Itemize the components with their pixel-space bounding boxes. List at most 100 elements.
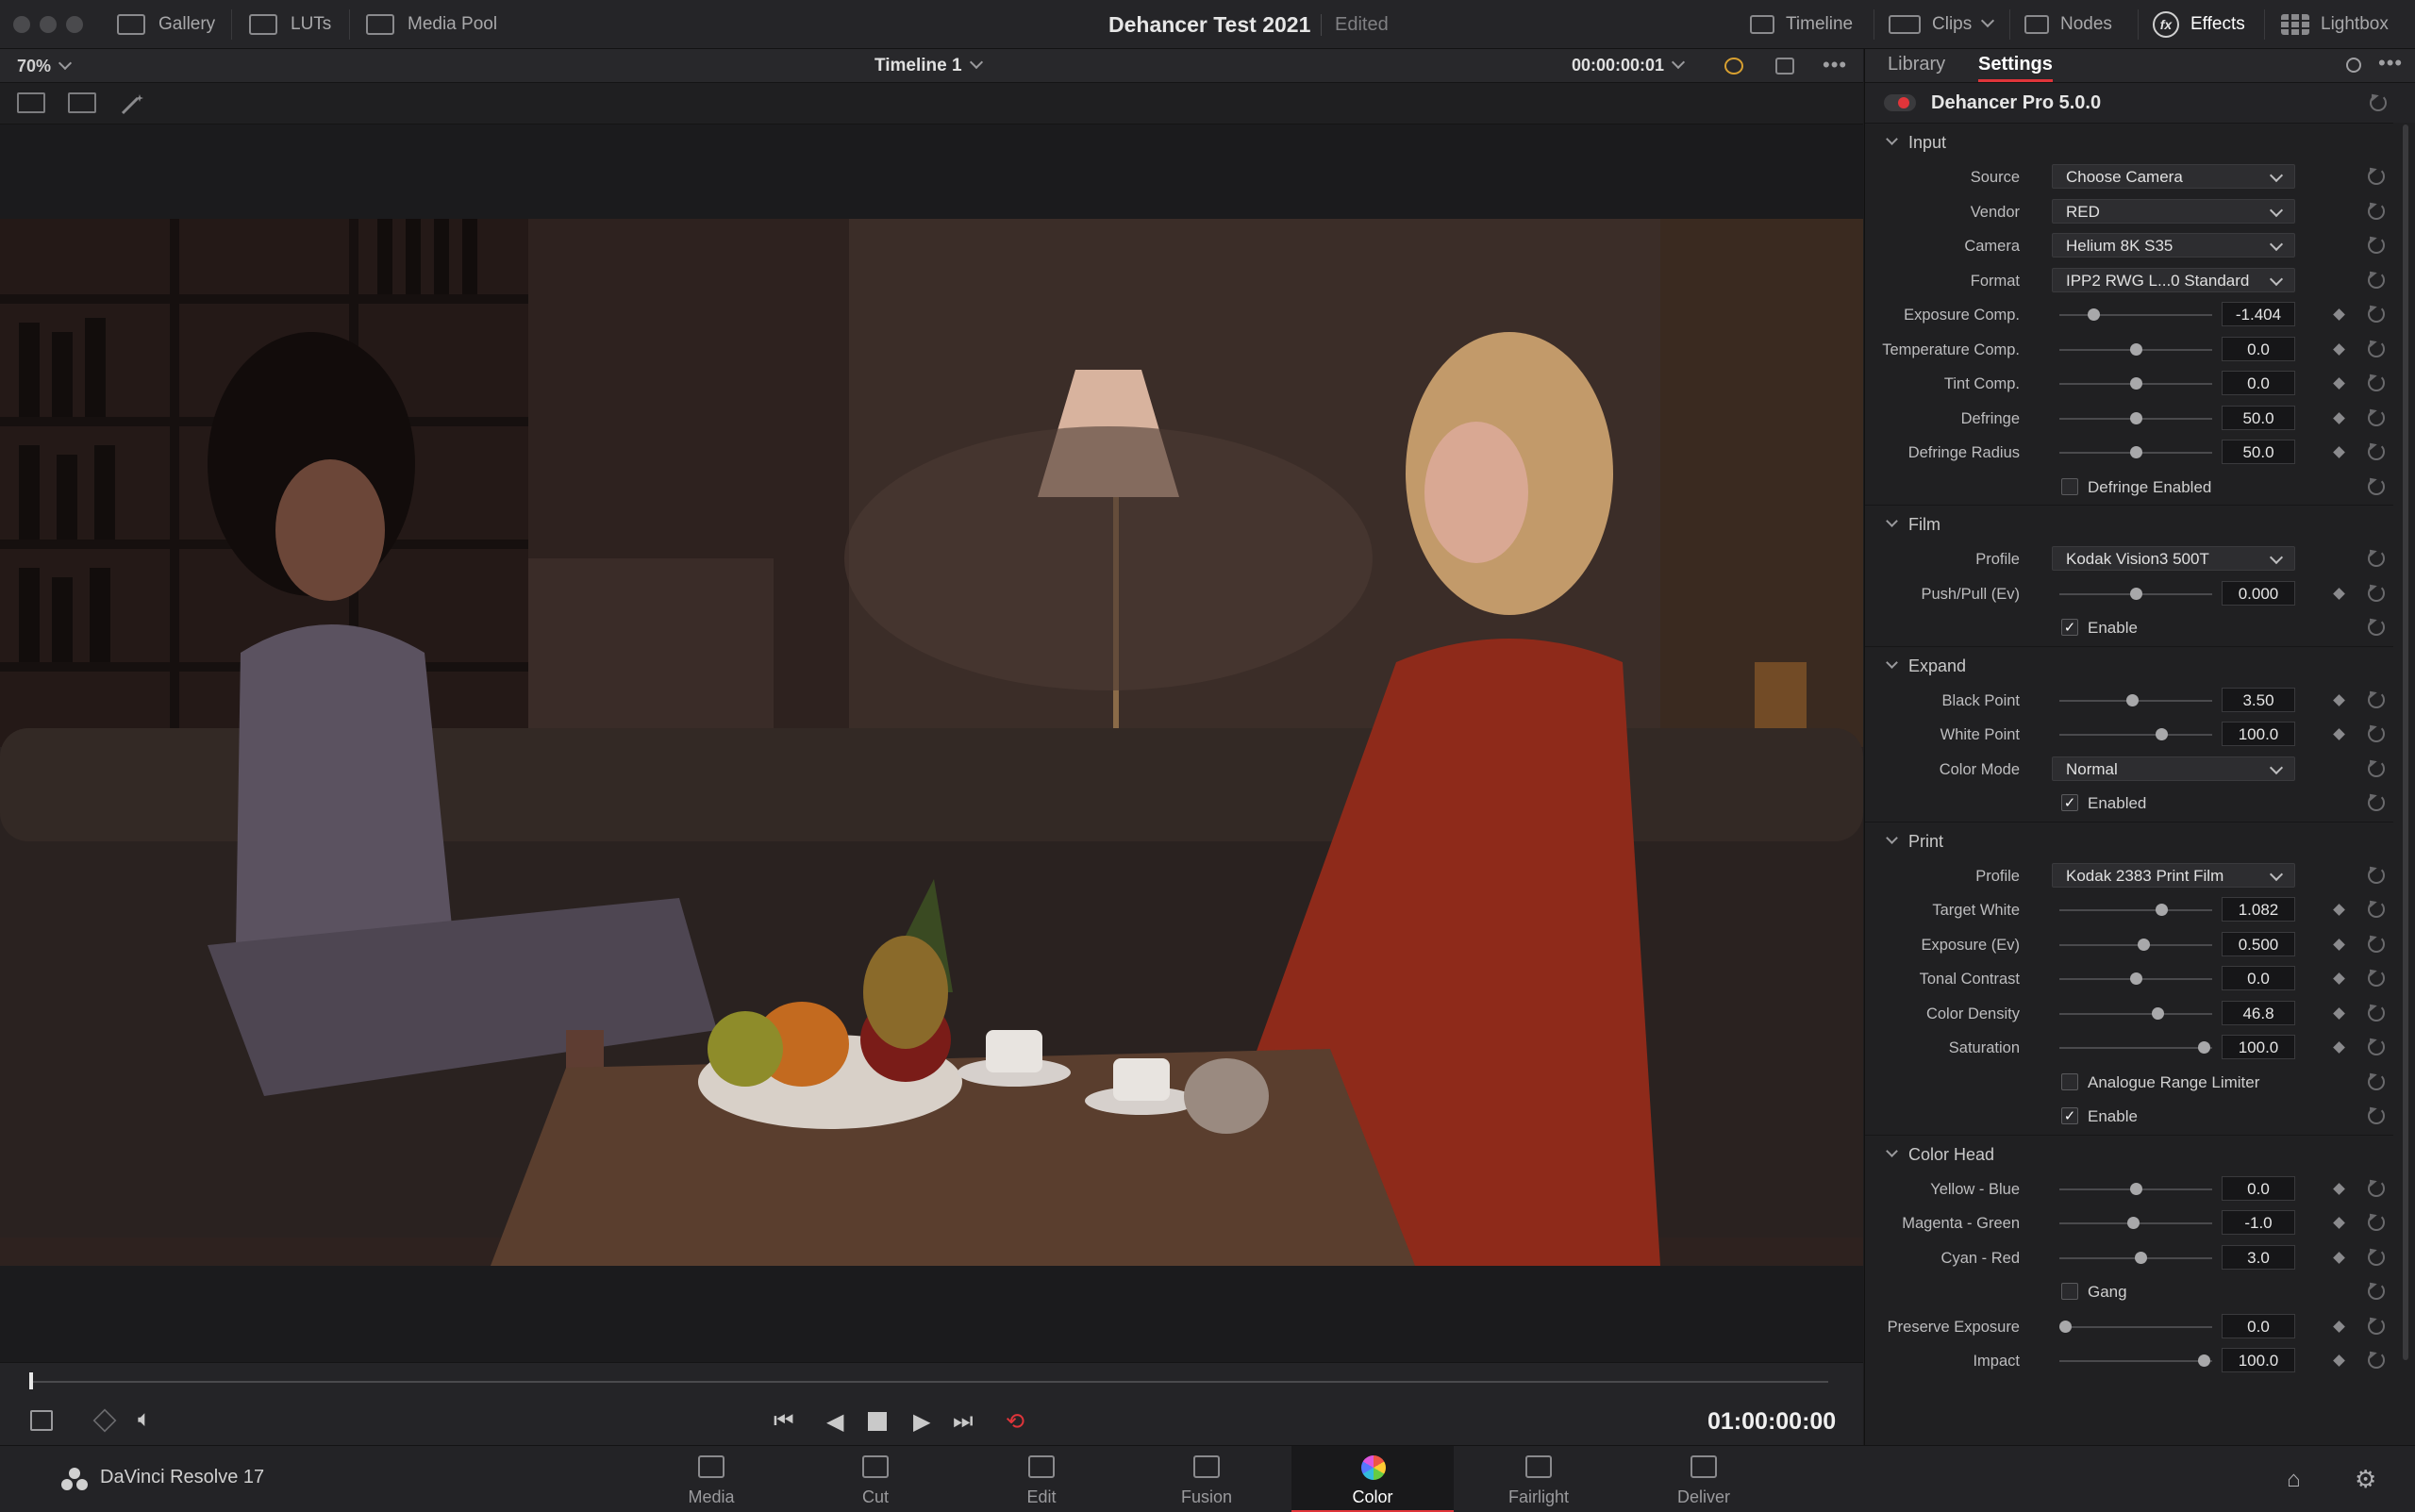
slider-handle[interactable] [2134, 1251, 2147, 1264]
keyframe-icon[interactable] [2333, 377, 2345, 390]
black-point-value-field[interactable]: 3.50 [2222, 687, 2295, 712]
profile-dropdown[interactable]: Kodak 2383 Print Film [2052, 862, 2295, 888]
slider-handle[interactable] [2130, 587, 2142, 600]
keyframe-icon[interactable] [2333, 446, 2345, 458]
page-tab-fusion[interactable]: Fusion [1125, 1446, 1288, 1512]
more-options-icon[interactable]: ••• [1823, 55, 1847, 75]
reset-icon[interactable] [2368, 1248, 2385, 1266]
reset-icon[interactable] [2368, 306, 2385, 323]
keyframe-icon[interactable] [2333, 728, 2345, 740]
page-tab-color[interactable]: Color [1291, 1446, 1454, 1512]
slider-handle[interactable] [2059, 1320, 2072, 1333]
slider-handle[interactable] [2156, 904, 2168, 916]
reset-icon[interactable] [2368, 340, 2385, 357]
saturation-value-field[interactable]: 100.0 [2222, 1035, 2295, 1059]
reset-icon[interactable] [2368, 168, 2385, 185]
keyframe-icon[interactable] [2333, 1041, 2345, 1054]
reset-icon[interactable] [2368, 866, 2385, 884]
reset-icon[interactable] [2370, 94, 2387, 111]
timeline-selector[interactable]: Timeline 1 [874, 55, 983, 76]
slider-handle[interactable] [2151, 1006, 2164, 1020]
gallery-button[interactable]: Gallery [117, 0, 215, 49]
scrubber-track[interactable] [30, 1381, 1828, 1383]
slider-handle[interactable] [2130, 972, 2142, 985]
home-icon[interactable]: ⌂ [2287, 1467, 2301, 1493]
slider-handle[interactable] [2130, 411, 2142, 424]
yellow-blue-value-field[interactable]: 0.0 [2222, 1175, 2295, 1201]
slider-handle[interactable] [2137, 938, 2150, 951]
keyframe-icon[interactable] [2333, 693, 2345, 706]
reset-icon[interactable] [2368, 202, 2385, 220]
push-pull-ev-value-field[interactable]: 0.000 [2222, 580, 2295, 606]
gallery-view-icon[interactable] [68, 92, 96, 113]
enabled-checkbox[interactable]: ✓ [2061, 794, 2078, 811]
reset-icon[interactable] [2368, 237, 2385, 254]
reset-icon[interactable] [2368, 619, 2385, 636]
target-white-slider[interactable] [2059, 909, 2212, 911]
saturation-slider[interactable] [2059, 1047, 2212, 1049]
viewer-timecode[interactable]: 00:00:00:01 [1572, 55, 1686, 75]
slider-handle[interactable] [2198, 1041, 2210, 1054]
enable-checkbox[interactable]: ✓ [2061, 1107, 2078, 1124]
clips-button[interactable]: Clips [1889, 0, 1995, 49]
keyframe-icon[interactable] [2333, 938, 2345, 951]
reset-icon[interactable] [2368, 408, 2385, 426]
temperature-comp-value-field[interactable]: 0.0 [2222, 336, 2295, 361]
reset-icon[interactable] [2368, 970, 2385, 987]
keyframe-icon[interactable] [2333, 1354, 2345, 1367]
keyframe-icon[interactable] [2333, 1217, 2345, 1229]
section-film[interactable]: Film [1865, 505, 2393, 542]
slider-handle[interactable] [2156, 728, 2168, 740]
viewer[interactable] [0, 125, 1863, 1362]
keyframe-icon[interactable] [2333, 1182, 2345, 1195]
reset-icon[interactable] [2368, 759, 2385, 777]
slider-handle[interactable] [2198, 1354, 2210, 1367]
vendor-dropdown[interactable]: RED [2052, 198, 2295, 224]
format-dropdown[interactable]: IPP2 RWG L...0 Standard [2052, 267, 2295, 292]
color-density-value-field[interactable]: 46.8 [2222, 1000, 2295, 1025]
page-tab-fairlight[interactable]: Fairlight [1457, 1446, 1620, 1512]
keyframe-icon[interactable] [2333, 342, 2345, 356]
media-pool-button[interactable]: Media Pool [366, 0, 497, 49]
nodes-button[interactable]: Nodes [2024, 0, 2112, 49]
target-white-value-field[interactable]: 1.082 [2222, 897, 2295, 922]
section-expand[interactable]: Expand [1865, 645, 2393, 684]
reset-icon[interactable] [2368, 1038, 2385, 1055]
page-tab-deliver[interactable]: Deliver [1623, 1446, 1785, 1512]
color-density-slider[interactable] [2059, 1012, 2212, 1015]
slider-handle[interactable] [2088, 308, 2100, 321]
zoom-dropdown[interactable]: 70% [17, 56, 73, 76]
reset-icon[interactable] [2368, 690, 2385, 708]
color-match-icon[interactable] [1724, 58, 1743, 75]
keyframe-icon[interactable] [2333, 1006, 2345, 1020]
keyframe-icon[interactable] [2333, 904, 2345, 916]
slider-handle[interactable] [2130, 377, 2142, 390]
tonal-contrast-value-field[interactable]: 0.0 [2222, 966, 2295, 990]
window-minimize-button[interactable] [40, 16, 57, 33]
exposure-ev-slider[interactable] [2059, 943, 2212, 946]
slider-handle[interactable] [2125, 693, 2139, 706]
tint-comp-value-field[interactable]: 0.0 [2222, 371, 2295, 395]
reset-icon[interactable] [2368, 1283, 2385, 1300]
magenta-green-value-field[interactable]: -1.0 [2222, 1210, 2295, 1235]
reset-icon[interactable] [2368, 1004, 2385, 1022]
keyframe-icon[interactable] [2333, 308, 2345, 321]
slider-handle[interactable] [2130, 1182, 2142, 1195]
exposure-comp-value-field[interactable]: -1.404 [2222, 302, 2295, 326]
reset-icon[interactable] [2368, 1214, 2385, 1231]
exposure-comp-slider[interactable] [2059, 314, 2212, 316]
tab-settings[interactable]: Settings [1978, 54, 2053, 82]
window-zoom-button[interactable] [66, 16, 83, 33]
profile-dropdown[interactable]: Kodak Vision3 500T [2052, 546, 2295, 571]
play-reverse-icon[interactable]: ◀︎ [826, 1408, 843, 1436]
reset-icon[interactable] [2368, 1352, 2385, 1369]
color-mode-dropdown[interactable]: Normal [2052, 756, 2295, 781]
reset-icon[interactable] [2368, 374, 2385, 391]
slider-handle[interactable] [2130, 342, 2142, 356]
gear-icon[interactable]: ⚙︎ [2355, 1465, 2376, 1494]
plugin-enable-toggle[interactable] [1884, 94, 1916, 111]
keyframe-icon[interactable] [2333, 587, 2345, 600]
reset-icon[interactable] [2368, 271, 2385, 289]
reset-icon[interactable] [2368, 1179, 2385, 1197]
white-point-slider[interactable] [2059, 734, 2212, 736]
